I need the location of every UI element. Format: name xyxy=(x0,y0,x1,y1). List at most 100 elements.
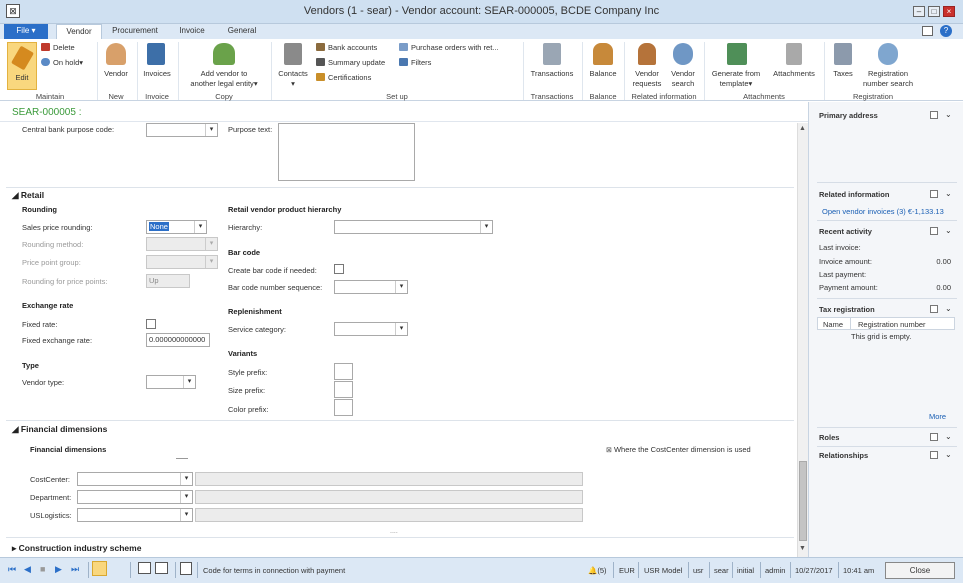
minimize-button[interactable]: – xyxy=(913,6,925,17)
chevron-down-icon[interactable]: ▾ xyxy=(395,281,407,293)
transactions-button[interactable]: Transactions xyxy=(526,69,578,78)
pane-toggle-icon[interactable] xyxy=(930,190,938,198)
more-link[interactable]: More xyxy=(929,412,946,421)
company-indicator[interactable]: sear xyxy=(714,566,729,575)
edit-mode-icon[interactable] xyxy=(92,561,107,576)
section-retail-header[interactable]: ◢ Retail xyxy=(12,190,44,201)
tab-vendor[interactable]: Vendor xyxy=(56,24,102,39)
transactions-icon[interactable] xyxy=(543,43,561,65)
date-indicator[interactable]: 10/27/2017 xyxy=(795,566,833,575)
invoices-icon[interactable] xyxy=(147,43,165,65)
taxes-button[interactable]: Taxes xyxy=(828,69,858,78)
chevron-down-icon[interactable]: ⌄ xyxy=(945,110,952,119)
delete-button[interactable]: Delete xyxy=(41,43,75,52)
costcenter-select[interactable]: ▾ xyxy=(77,472,193,486)
pane-toggle-icon[interactable] xyxy=(930,227,938,235)
chevron-down-icon[interactable]: ▾ xyxy=(180,491,192,503)
rounding-method-select[interactable]: ▾ xyxy=(146,237,218,251)
summary-update-button[interactable]: Summary update xyxy=(316,58,385,67)
tab-procurement[interactable]: Procurement xyxy=(106,24,164,39)
chevron-down-icon[interactable]: ⌄ xyxy=(945,450,952,459)
help-icon[interactable]: ? xyxy=(940,25,952,37)
next-record-icon[interactable]: ▶ xyxy=(55,564,62,575)
scroll-thumb[interactable] xyxy=(799,461,807,541)
roles-title[interactable]: Roles xyxy=(819,433,839,442)
first-record-icon[interactable]: ⏮ xyxy=(8,564,16,575)
resize-handle[interactable] xyxy=(176,458,188,459)
generate-from-template-button[interactable]: template▾ xyxy=(706,79,766,88)
close-window-button[interactable]: × xyxy=(943,6,955,17)
document-icon[interactable] xyxy=(138,562,151,574)
contacts-dropdown-icon[interactable]: ▾ xyxy=(274,79,312,88)
certifications-button[interactable]: Certifications xyxy=(316,73,371,82)
barcode-sequence-select[interactable]: ▾ xyxy=(334,280,408,294)
bank-accounts-button[interactable]: Bank accounts xyxy=(316,43,377,52)
last-record-icon[interactable]: ⏭ xyxy=(71,564,79,575)
pane-toggle-icon[interactable] xyxy=(930,111,938,119)
vendor-search-label-1[interactable]: Vendor xyxy=(666,69,700,78)
tax-col-name[interactable]: Name xyxy=(823,320,843,329)
chevron-down-icon[interactable]: ▾ xyxy=(480,221,492,233)
central-bank-input[interactable]: ▾ xyxy=(146,123,218,137)
chevron-down-icon[interactable]: ⌄ xyxy=(945,226,952,235)
sales-price-rounding-select[interactable]: None ▾ xyxy=(146,220,207,234)
uslogistics-select[interactable]: ▾ xyxy=(77,508,193,522)
tab-general[interactable]: General xyxy=(220,24,264,39)
on-hold-button[interactable]: On hold▾ xyxy=(41,58,83,67)
layout-icon[interactable] xyxy=(922,26,933,36)
fixed-exchange-rate-input[interactable]: 0.000000000000 xyxy=(146,333,210,347)
edit-button[interactable]: Edit xyxy=(7,42,37,90)
vertical-scrollbar[interactable]: ▲ ▼ xyxy=(797,123,808,557)
filters-button[interactable]: Filters xyxy=(399,58,431,67)
maximize-button[interactable]: □ xyxy=(928,6,940,17)
balance-button[interactable]: Balance xyxy=(585,69,621,78)
chevron-down-icon[interactable]: ▾ xyxy=(183,376,195,388)
attachments-button[interactable]: Attachments xyxy=(768,69,820,78)
previous-record-icon[interactable]: ◀ xyxy=(24,564,31,575)
new-vendor-button[interactable]: Vendor xyxy=(100,69,132,78)
contacts-icon[interactable] xyxy=(284,43,302,65)
tab-invoice[interactable]: Invoice xyxy=(170,24,214,39)
section-financial-header[interactable]: ◢ Financial dimensions xyxy=(12,424,107,435)
chevron-down-icon[interactable]: ▾ xyxy=(194,221,206,233)
window-icon[interactable] xyxy=(155,562,168,574)
create-barcode-checkbox[interactable] xyxy=(334,264,344,274)
chevron-down-icon[interactable]: ⌄ xyxy=(945,432,952,441)
chevron-down-icon[interactable]: ⌄ xyxy=(945,304,952,313)
pane-toggle-icon[interactable] xyxy=(930,305,938,313)
close-button[interactable]: Close xyxy=(885,562,955,579)
hierarchy-select[interactable]: ▾ xyxy=(334,220,493,234)
stop-icon[interactable]: ■ xyxy=(40,564,45,574)
section-construction-header[interactable]: ▸ Construction industry scheme xyxy=(12,543,141,554)
invoices-button[interactable]: Invoices xyxy=(140,69,174,78)
tab-file[interactable]: File ▾ xyxy=(4,24,48,39)
tax-col-registration-number[interactable]: Registration number xyxy=(858,320,926,329)
add-vendor-icon[interactable] xyxy=(213,43,235,65)
vendor-search-button[interactable]: search xyxy=(666,79,700,88)
style-prefix-input[interactable] xyxy=(334,363,353,380)
purpose-text-input[interactable] xyxy=(278,123,415,181)
chevron-down-icon[interactable]: ▾ xyxy=(205,124,217,136)
contacts-button[interactable]: Contacts xyxy=(274,69,312,78)
scroll-up-icon[interactable]: ▲ xyxy=(799,125,806,132)
balance-icon[interactable] xyxy=(593,43,613,65)
service-category-select[interactable]: ▾ xyxy=(334,322,408,336)
notes-icon[interactable] xyxy=(180,562,192,575)
registration-search-icon[interactable] xyxy=(878,43,898,65)
open-vendor-invoices-link[interactable]: Open vendor invoices (3) €-1,133.13 xyxy=(822,207,944,216)
vendor-search-icon[interactable] xyxy=(673,43,693,65)
fixed-rate-checkbox[interactable] xyxy=(146,319,156,329)
pane-toggle-icon[interactable] xyxy=(930,451,938,459)
currency-indicator[interactable]: EUR xyxy=(619,566,635,575)
vendor-new-icon[interactable] xyxy=(106,43,126,65)
scroll-down-icon[interactable]: ▼ xyxy=(799,545,806,552)
chevron-down-icon[interactable]: ▾ xyxy=(180,473,192,485)
vendor-type-select[interactable]: ▾ xyxy=(146,375,196,389)
attachments-icon[interactable] xyxy=(786,43,802,65)
alerts-indicator[interactable]: 🔔(5) xyxy=(588,566,607,575)
generate-label-1[interactable]: Generate from xyxy=(706,69,766,78)
add-vendor-label-1[interactable]: Add vendor to xyxy=(180,69,268,78)
department-select[interactable]: ▾ xyxy=(77,490,193,504)
purchase-orders-button[interactable]: Purchase orders with ret... xyxy=(399,43,499,52)
generate-template-icon[interactable] xyxy=(727,43,747,65)
